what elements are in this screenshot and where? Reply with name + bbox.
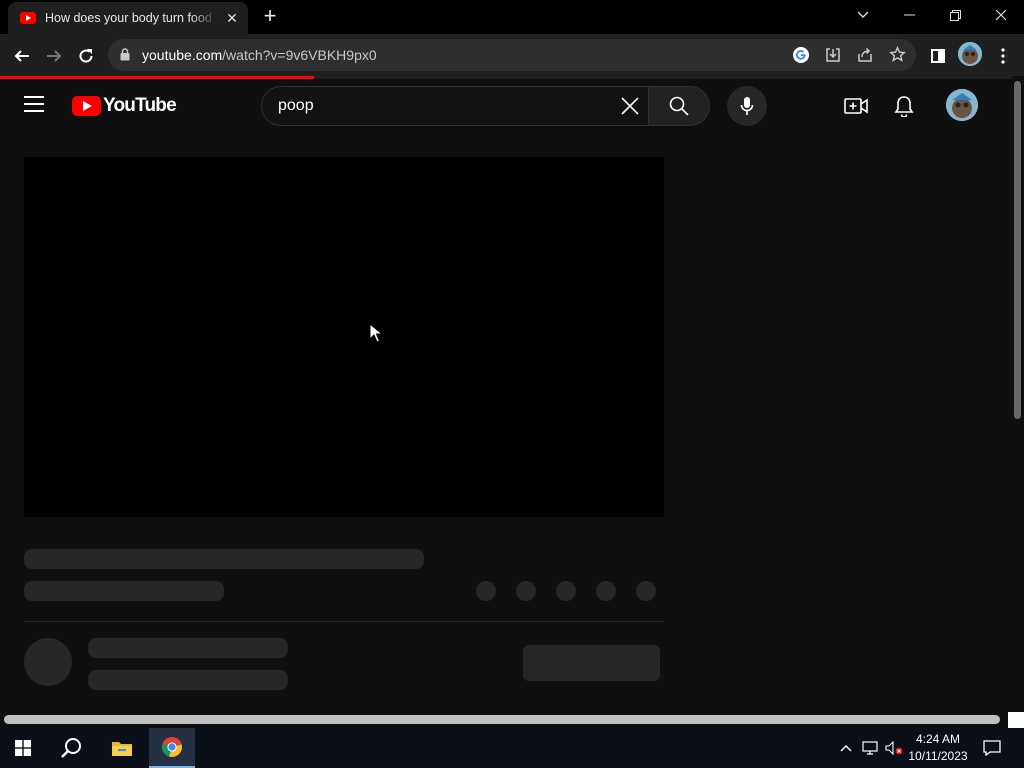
video-player[interactable] [24, 157, 664, 517]
bell-icon [894, 96, 914, 117]
close-icon [995, 9, 1007, 21]
skeleton-channel-avatar [24, 638, 72, 686]
clock-date: 10/11/2023 [908, 749, 968, 763]
url-text: youtube.com/watch?v=9v6VBKH9px0 [142, 47, 377, 63]
restore-icon [949, 9, 961, 21]
horizontal-scrollbar[interactable] [0, 712, 1024, 727]
speaker-muted-icon [885, 741, 903, 755]
install-icon[interactable] [825, 47, 841, 63]
network-icon [862, 741, 878, 755]
horizontal-scrollbar-thumb[interactable] [4, 715, 1000, 724]
screen: How does your body turn food into poop ✕… [0, 0, 1024, 768]
address-bar[interactable]: youtube.com/watch?v=9v6VBKH9px0 [108, 39, 916, 71]
hamburger-menu-icon[interactable] [24, 96, 46, 118]
skeleton-channel-name [88, 638, 288, 658]
profile-avatar[interactable] [958, 42, 982, 66]
start-button[interactable] [0, 728, 46, 768]
skeleton-subscribe-button [523, 645, 660, 681]
chrome-menu-button[interactable] [989, 42, 1017, 70]
skeleton-subscriber-count [88, 670, 288, 690]
file-explorer-icon [112, 742, 132, 756]
windows-taskbar: 4:24 AM 10/11/2023 [0, 728, 1024, 768]
microphone-icon [740, 97, 754, 115]
lock-icon [120, 48, 130, 61]
browser-tab-strip: How does your body turn food into poop ✕… [0, 0, 1024, 34]
clear-search-icon[interactable] [619, 95, 641, 117]
youtube-logo-icon [72, 96, 101, 116]
side-panel-icon [931, 49, 945, 63]
search-button[interactable] [648, 86, 710, 126]
youtube-logo-text: YouTube [103, 95, 177, 116]
side-panel-button[interactable] [924, 42, 952, 70]
chevron-up-icon [840, 745, 852, 752]
skeleton-action-3 [556, 581, 576, 601]
scrollbar-corner [1008, 712, 1024, 728]
forward-button[interactable] [40, 42, 68, 70]
show-hidden-icons-button[interactable] [834, 728, 858, 768]
search-input[interactable]: poop [261, 86, 649, 126]
taskbar-clock[interactable]: 4:24 AM 10/11/2023 [904, 731, 972, 765]
tab-search-button[interactable] [840, 0, 886, 30]
voice-search-button[interactable] [727, 86, 767, 126]
notifications-icon [983, 740, 1001, 756]
browser-toolbar: youtube.com/watch?v=9v6VBKH9px0 [0, 34, 1024, 76]
create-button[interactable] [843, 93, 869, 119]
kebab-menu-icon [1001, 48, 1005, 64]
youtube-header: YouTube poop [0, 79, 1012, 135]
window-close-button[interactable] [978, 0, 1024, 30]
skeleton-action-1 [476, 581, 496, 601]
youtube-account-avatar[interactable] [946, 89, 978, 121]
chevron-down-icon [857, 11, 869, 18]
skeleton-action-4 [596, 581, 616, 601]
star-icon[interactable] [889, 46, 906, 63]
tab-title: How does your body turn food into poop [45, 11, 217, 25]
search-query: poop [278, 97, 314, 114]
search-taskbar-icon [61, 738, 81, 758]
action-center-button[interactable] [976, 728, 1008, 768]
taskbar-search-button[interactable] [48, 728, 94, 768]
skeleton-action-5 [636, 581, 656, 601]
chrome-taskbar-button[interactable] [149, 728, 195, 768]
reload-icon [79, 49, 93, 63]
forward-arrow-icon [47, 50, 62, 62]
skeleton-meta [24, 581, 224, 601]
restore-button[interactable] [932, 0, 978, 30]
share-icon[interactable] [857, 47, 873, 63]
new-tab-button[interactable]: + [258, 5, 282, 29]
windows-start-icon [15, 740, 31, 756]
skeleton-action-2 [516, 581, 536, 601]
mouse-cursor [369, 323, 383, 343]
vertical-scrollbar-thumb[interactable] [1014, 81, 1021, 419]
volume-status[interactable] [882, 728, 906, 768]
network-status[interactable] [858, 728, 882, 768]
clock-time: 4:24 AM [915, 732, 961, 746]
divider [24, 621, 664, 622]
minimize-button[interactable] [886, 0, 932, 30]
chrome-icon [161, 737, 182, 757]
search-icon [669, 96, 689, 116]
reload-button[interactable] [72, 42, 100, 70]
google-lens-icon[interactable] [792, 46, 810, 64]
avatar-image [958, 42, 982, 66]
youtube-logo[interactable]: YouTube [72, 95, 177, 117]
minimize-icon [903, 14, 915, 16]
file-explorer-button[interactable] [99, 728, 145, 768]
back-arrow-icon [14, 50, 29, 62]
vertical-scrollbar[interactable] [1012, 79, 1024, 712]
notifications-button[interactable] [891, 93, 917, 119]
youtube-favicon [20, 12, 36, 24]
create-video-icon [844, 98, 868, 114]
tab-close-icon[interactable]: ✕ [224, 10, 240, 26]
browser-tab[interactable]: How does your body turn food into poop ✕ [8, 2, 248, 34]
back-button[interactable] [8, 42, 36, 70]
skeleton-title [24, 549, 424, 569]
account-avatar-image [946, 89, 978, 121]
